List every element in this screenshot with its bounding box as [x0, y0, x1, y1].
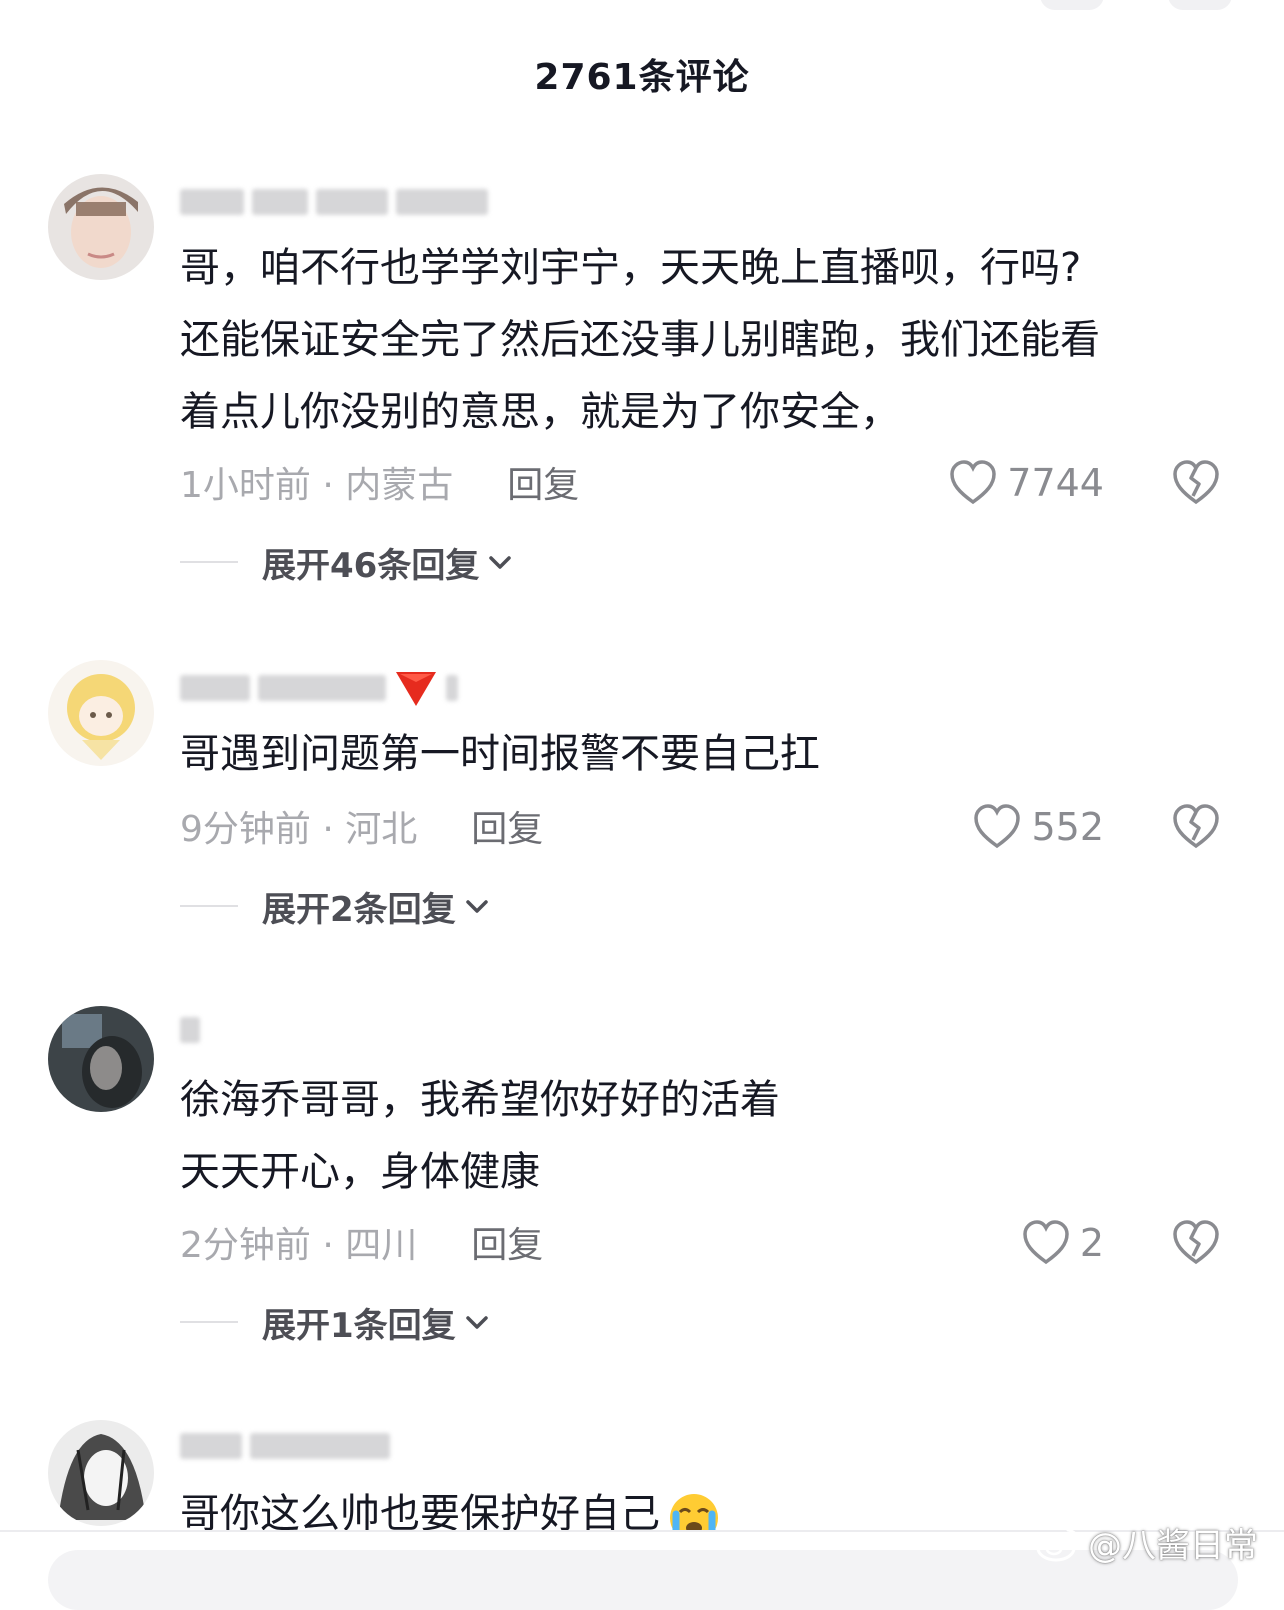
- time-location: 1小时前 · 内蒙古: [180, 465, 454, 506]
- comment-text-segment: 哥你这么帅也要保护好自己: [180, 1491, 660, 1530]
- comment-text: 哥，咱不行也学学刘宇宁，天天晚上直播呗，行吗? 还能保证安全完了然后还没事儿别瞎…: [180, 232, 1210, 448]
- reply-button[interactable]: 回复: [471, 1216, 543, 1268]
- expand-replies-label: 展开46条回复: [262, 545, 480, 586]
- expand-divider: [180, 1321, 238, 1323]
- username-blurred[interactable]: [180, 670, 458, 706]
- like-count: 7744: [1007, 461, 1104, 505]
- dislike-button[interactable]: [1172, 458, 1220, 508]
- like-count: 552: [1031, 805, 1104, 849]
- username-blurred[interactable]: [180, 184, 488, 220]
- time-location: 2分钟前 · 四川: [180, 1225, 418, 1266]
- broken-heart-icon: [1173, 804, 1219, 849]
- chevron-down-icon: [465, 900, 488, 913]
- comment-meta: 1小时前 · 内蒙古 回复: [180, 460, 579, 506]
- crying-face-emoji: [670, 1494, 718, 1530]
- avatar[interactable]: [48, 1006, 154, 1112]
- comment-text: 徐海乔哥哥，我希望你好好的活着 天天开心，身体健康: [180, 1064, 1210, 1208]
- chevron-down-icon: [465, 1316, 488, 1329]
- like-count: 2: [1079, 1221, 1104, 1265]
- comment-text-line: 哥，咱不行也学学刘宇宁，天天晚上直播呗，行吗?: [180, 245, 1082, 291]
- watermark-text: @八酱日常: [1088, 1526, 1258, 1566]
- heart-outline-icon: [974, 804, 1021, 849]
- top-pill-right: [1168, 0, 1232, 10]
- username-blurred[interactable]: [180, 1012, 200, 1048]
- dislike-button[interactable]: [1172, 802, 1220, 852]
- like-button[interactable]: 552: [973, 802, 1104, 852]
- expand-replies-button[interactable]: 展开1条回复: [180, 1300, 490, 1346]
- reply-button[interactable]: 回复: [507, 456, 579, 508]
- comment-text-line: 还能保证安全完了然后还没事儿别瞎跑，我们还能看: [180, 317, 1100, 363]
- expand-replies-label: 展开2条回复: [262, 889, 456, 930]
- like-button[interactable]: 7744: [949, 458, 1104, 508]
- comment-meta: 2分钟前 · 四川 回复: [180, 1220, 543, 1266]
- expand-divider: [180, 561, 238, 563]
- username-blurred[interactable]: [180, 1428, 390, 1464]
- top-pill-left: [1040, 0, 1104, 10]
- heart-outline-icon: [1023, 1220, 1069, 1265]
- avatar[interactable]: [48, 174, 154, 280]
- expand-replies-label: 展开1条回复: [262, 1305, 456, 1346]
- dislike-button[interactable]: [1172, 1218, 1220, 1268]
- comment-text: 哥遇到问题第一时间报警不要自己扛: [180, 718, 1210, 790]
- comment-text-line: 徐海乔哥哥，我希望你好好的活着: [180, 1077, 780, 1123]
- comment-meta: 9分钟前 · 河北 回复: [180, 804, 543, 850]
- expand-replies-button[interactable]: 展开2条回复: [180, 884, 490, 930]
- red-heart-emoji: [396, 672, 436, 706]
- reply-button[interactable]: 回复: [471, 800, 543, 852]
- expand-replies-button[interactable]: 展开46条回复: [180, 540, 513, 586]
- avatar-image: [48, 1420, 154, 1526]
- avatar-image: [48, 660, 154, 766]
- time-location: 9分钟前 · 河北: [180, 809, 418, 850]
- chevron-down-icon: [489, 556, 512, 569]
- watermark: @八酱日常: [1036, 1518, 1258, 1567]
- comment-text-line: 着点儿你没别的意思，就是为了你安全，: [180, 389, 900, 435]
- avatar-image: [48, 1006, 154, 1112]
- like-button[interactable]: 2: [1022, 1218, 1104, 1268]
- weibo-logo-icon: [1036, 1528, 1078, 1561]
- heart-outline-icon: [950, 460, 997, 505]
- broken-heart-icon: [1173, 1220, 1219, 1265]
- expand-divider: [180, 905, 238, 907]
- avatar[interactable]: [48, 660, 154, 766]
- broken-heart-icon: [1173, 460, 1219, 505]
- comment-text-line: 天天开心，身体健康: [180, 1149, 540, 1195]
- comment-count-title: 2761条评论: [534, 57, 750, 98]
- avatar[interactable]: [48, 1420, 154, 1526]
- comment-text-line: 哥遇到问题第一时间报警不要自己扛: [180, 731, 820, 777]
- avatar-image: [48, 174, 154, 280]
